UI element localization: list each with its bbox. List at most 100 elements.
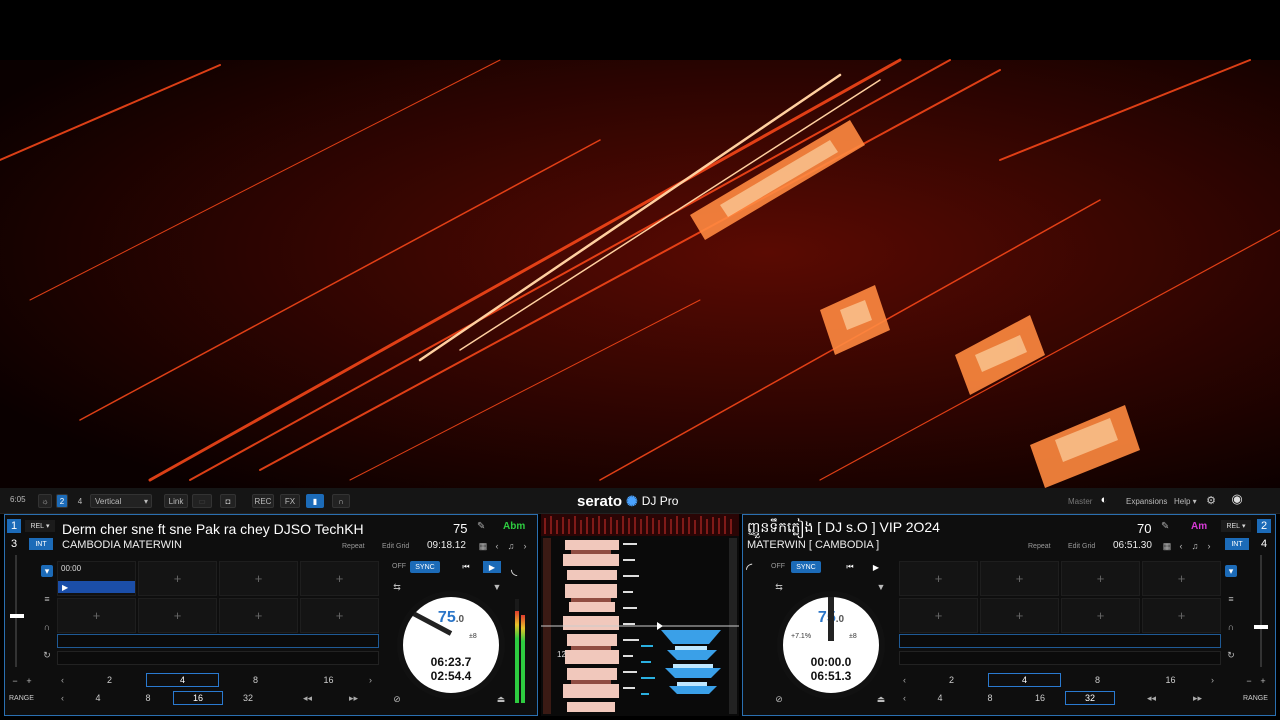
auto-loop-2[interactable]: 2 bbox=[915, 673, 988, 687]
virtual-platter-left[interactable]: 75.0 ±8 06:23.7 02:54.4 bbox=[397, 591, 505, 699]
censor-icon[interactable]: ▼ bbox=[491, 581, 503, 593]
beatjump-4[interactable]: 4 bbox=[73, 691, 123, 705]
master-volume-knob[interactable]: ◐ bbox=[1098, 493, 1110, 507]
deck-number-3[interactable]: 3 bbox=[7, 537, 21, 551]
saved-loop-slot-1[interactable] bbox=[57, 634, 379, 648]
cue-pad-4[interactable]: + bbox=[300, 561, 379, 596]
loop-icon[interactable]: ∩ bbox=[1225, 621, 1237, 633]
cue-pad-2[interactable]: + bbox=[980, 561, 1059, 596]
minus-icon[interactable]: − bbox=[1243, 675, 1255, 687]
pitch-slider-track[interactable] bbox=[1260, 555, 1262, 667]
cue-pad-7[interactable]: + bbox=[1061, 598, 1140, 633]
beatjump-8[interactable]: 8 bbox=[965, 691, 1015, 705]
jump-back-icon[interactable]: ◂◂ bbox=[303, 693, 312, 704]
plus-icon[interactable]: + bbox=[1257, 675, 1269, 687]
gear-icon[interactable]: ⚙ bbox=[1204, 493, 1218, 507]
auto-loop-8[interactable]: 8 bbox=[219, 673, 292, 687]
play-icon[interactable]: ▶ bbox=[483, 561, 501, 573]
account-icon[interactable]: ◉ bbox=[1228, 491, 1246, 506]
saved-loop-slot-2[interactable] bbox=[899, 651, 1221, 665]
pad-mode-icon[interactable]: ▾ bbox=[1225, 565, 1237, 577]
edit-pencil-icon[interactable]: ✎ bbox=[477, 521, 485, 532]
help-menu[interactable]: Help ▾ bbox=[1174, 494, 1197, 508]
sampler-icon[interactable]: ▮ bbox=[306, 494, 324, 508]
refresh-icon[interactable]: ↻ bbox=[1225, 649, 1237, 661]
saved-loop-slot-2[interactable] bbox=[57, 651, 379, 665]
auto-loop-4[interactable]: 4 bbox=[146, 673, 219, 687]
loop-next-icon[interactable]: › bbox=[369, 675, 372, 685]
grid-icon[interactable]: ▦ bbox=[1161, 540, 1173, 552]
next-icon[interactable]: › bbox=[519, 540, 531, 552]
beatjump-16[interactable]: 16 bbox=[1015, 691, 1065, 705]
deck-count-4-button[interactable]: 4 bbox=[74, 494, 86, 508]
repeat-button[interactable]: Repeat bbox=[342, 543, 365, 550]
deck-number-4[interactable]: 4 bbox=[1257, 537, 1271, 551]
cue-pad-6[interactable]: + bbox=[980, 598, 1059, 633]
virtual-platter-right[interactable]: 75.0 +7.1% ±8 00:00.0 06:51.3 bbox=[777, 591, 885, 699]
beatjump-8[interactable]: 8 bbox=[123, 691, 173, 705]
slip-icon[interactable]: ⇆ bbox=[773, 581, 785, 593]
loop-next-icon[interactable]: › bbox=[1211, 675, 1214, 685]
refresh-icon[interactable]: ↻ bbox=[41, 649, 53, 661]
play-icon[interactable]: ▶ bbox=[867, 561, 885, 573]
cue-pad-4[interactable]: + bbox=[1142, 561, 1221, 596]
cue-back-icon[interactable]: ⏮ bbox=[841, 561, 859, 573]
cue-pad-1[interactable]: + bbox=[899, 561, 978, 596]
beatjump-4[interactable]: 4 bbox=[915, 691, 965, 705]
loop-prev-icon[interactable]: ‹ bbox=[903, 675, 906, 685]
cue-pad-6[interactable]: + bbox=[138, 598, 217, 633]
keylock-icon[interactable]: ◜ bbox=[746, 559, 752, 579]
music-icon[interactable]: ♫ bbox=[1189, 540, 1201, 552]
censor-icon[interactable]: ▼ bbox=[875, 581, 887, 593]
deck-number-2[interactable]: 2 bbox=[1257, 519, 1271, 533]
jump-forward-icon[interactable]: ▸▸ bbox=[1193, 693, 1202, 704]
range-button[interactable]: RANGE bbox=[9, 695, 34, 702]
auto-loop-2[interactable]: 2 bbox=[73, 673, 146, 687]
jump-forward-icon[interactable]: ▸▸ bbox=[349, 693, 358, 704]
pitch-slider-handle[interactable] bbox=[1254, 625, 1268, 629]
next-icon[interactable]: › bbox=[1203, 540, 1215, 552]
music-icon[interactable]: ♫ bbox=[505, 540, 517, 552]
auto-loop-8[interactable]: 8 bbox=[1061, 673, 1134, 687]
list-icon[interactable]: ≡ bbox=[1225, 593, 1237, 605]
range-button[interactable]: RANGE bbox=[1243, 695, 1268, 702]
auto-loop-16[interactable]: 16 bbox=[1134, 673, 1207, 687]
plus-icon[interactable]: + bbox=[23, 675, 35, 687]
beatjump-32[interactable]: 32 bbox=[1065, 691, 1115, 705]
cue-pad-7[interactable]: + bbox=[219, 598, 298, 633]
deck-mode-select[interactable]: REL ▾ bbox=[1221, 520, 1251, 532]
deck-mode-select[interactable]: REL ▾ bbox=[25, 520, 55, 532]
deck-number-1[interactable]: 1 bbox=[7, 519, 21, 533]
link-button[interactable]: Link bbox=[164, 494, 188, 508]
fx-button[interactable]: FX bbox=[280, 494, 300, 508]
cue-pad-3[interactable]: + bbox=[219, 561, 298, 596]
keylock-icon[interactable]: ◟ bbox=[511, 559, 517, 579]
loop-prev-icon[interactable]: ‹ bbox=[61, 675, 64, 685]
headphones-icon[interactable]: ∩ bbox=[332, 494, 350, 508]
beatjump-prev-icon[interactable]: ‹ bbox=[903, 693, 906, 703]
sync-off-label[interactable]: OFF bbox=[392, 563, 406, 570]
mic-icon[interactable]: ◘ bbox=[220, 494, 236, 508]
cue-pad-2[interactable]: + bbox=[138, 561, 217, 596]
eject-icon[interactable]: ⏏ bbox=[875, 693, 887, 705]
minus-icon[interactable]: − bbox=[9, 675, 21, 687]
sync-button[interactable]: SYNC bbox=[410, 561, 440, 573]
auto-loop-4[interactable]: 4 bbox=[988, 673, 1061, 687]
cue-pad-3[interactable]: + bbox=[1061, 561, 1140, 596]
beatjump-prev-icon[interactable]: ‹ bbox=[61, 693, 64, 703]
loop-icon[interactable]: ∩ bbox=[41, 621, 53, 633]
cue-pad-5[interactable]: + bbox=[899, 598, 978, 633]
video-button[interactable]: ▭ bbox=[192, 494, 212, 508]
edit-pencil-icon[interactable]: ✎ bbox=[1161, 521, 1169, 532]
cue-pad-5[interactable]: + bbox=[57, 598, 136, 633]
settings-sun-icon[interactable]: ☼ bbox=[38, 494, 52, 508]
cue-back-icon[interactable]: ⏮ bbox=[457, 561, 475, 573]
edit-grid-button[interactable]: Edit Grid bbox=[1068, 543, 1095, 550]
dj-fx-icon[interactable]: ⊘ bbox=[391, 693, 403, 705]
pad-mode-icon[interactable]: ▾ bbox=[41, 565, 53, 577]
list-icon[interactable]: ≡ bbox=[41, 593, 53, 605]
cue-pad-8[interactable]: + bbox=[300, 598, 379, 633]
rec-button[interactable]: REC bbox=[252, 494, 274, 508]
slip-icon[interactable]: ⇆ bbox=[391, 581, 403, 593]
expansions-menu[interactable]: Expansions bbox=[1126, 494, 1167, 508]
